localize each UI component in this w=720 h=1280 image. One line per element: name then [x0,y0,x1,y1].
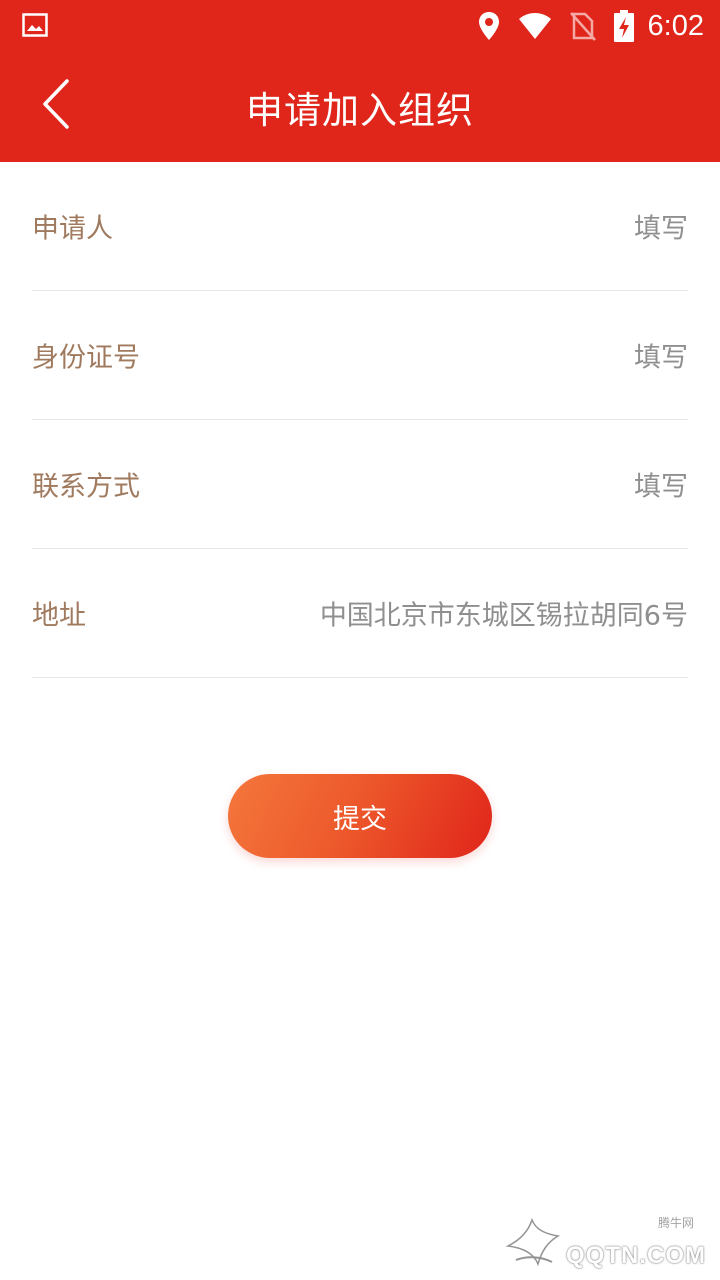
contact-label: 联系方式 [32,471,140,503]
applicant-field[interactable]: 填写 [634,207,688,246]
location-icon [478,11,500,41]
id-number-label: 身份证号 [32,342,140,374]
wifi-icon [518,12,552,40]
no-sim-icon [569,11,596,41]
application-form: 申请人 填写 身份证号 填写 联系方式 填写 地址 中国北京市东城区锡拉胡同6号 [32,162,688,678]
page-title: 申请加入组织 [246,89,474,132]
id-number-field[interactable]: 填写 [634,336,688,375]
clock-time: 6:02 [647,9,704,42]
submit-button[interactable]: 提交 [228,774,492,858]
contact-row[interactable]: 联系方式 填写 [32,420,688,549]
address-row[interactable]: 地址 中国北京市东城区锡拉胡同6号 [32,549,688,678]
status-bar: 6:02 [0,0,720,52]
watermark-logo-icon [502,1212,562,1272]
contact-field[interactable]: 填写 [634,465,688,504]
battery-charging-icon [613,10,634,42]
id-number-row[interactable]: 身份证号 填写 [32,291,688,420]
app-header: 6:02 申请加入组织 [0,0,720,162]
watermark: 腾牛网 QQTN.COM [502,1210,708,1272]
applicant-label: 申请人 [32,213,113,245]
image-icon [22,13,48,37]
applicant-row[interactable]: 申请人 填写 [32,162,688,291]
watermark-big-text: QQTN.COM [566,1242,706,1269]
status-icons: 6:02 [460,8,704,44]
address-field[interactable]: 中国北京市东城区锡拉胡同6号 [320,594,688,633]
watermark-small-text: 腾牛网 [657,1216,694,1230]
nav-bar: 申请加入组织 [0,52,720,162]
address-label: 地址 [32,600,86,632]
